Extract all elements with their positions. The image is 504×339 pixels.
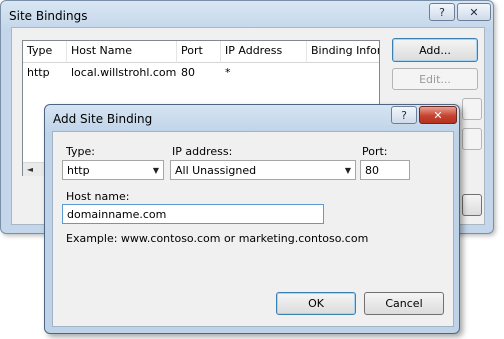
host-name-label: Host name: <box>66 190 130 203</box>
column-header-binding-info[interactable]: Binding Inform <box>307 41 379 63</box>
browse-button-edge[interactable] <box>462 128 482 150</box>
column-header-host[interactable]: Host Name <box>67 41 177 63</box>
list-header: Type Host Name Port IP Address Binding I… <box>23 41 379 63</box>
window-title: Site Bindings <box>9 9 88 23</box>
chevron-down-icon[interactable]: ▼ <box>345 166 351 175</box>
host-name-field[interactable]: domainname.com <box>62 204 324 224</box>
column-header-type[interactable]: Type <box>23 41 67 63</box>
cancel-button[interactable]: Cancel <box>364 292 444 315</box>
chevron-down-icon[interactable]: ▼ <box>153 166 159 175</box>
type-select[interactable]: http ▼ <box>62 160 164 180</box>
remove-button-edge[interactable] <box>462 98 482 120</box>
example-text: Example: www.contoso.com or marketing.co… <box>66 232 369 245</box>
port-field[interactable]: 80 <box>360 160 410 180</box>
dialog-help-button[interactable]: ? <box>391 106 417 124</box>
edit-button[interactable]: Edit... <box>392 68 478 90</box>
dialog-title: Add Site Binding <box>53 112 153 126</box>
ip-address-value: All Unassigned <box>175 163 257 177</box>
column-header-port[interactable]: Port <box>177 41 221 63</box>
column-header-ip[interactable]: IP Address <box>221 41 307 63</box>
type-label: Type: <box>66 145 95 158</box>
close-button[interactable]: ✕ <box>457 3 491 21</box>
ip-address-select[interactable]: All Unassigned ▼ <box>170 160 356 180</box>
ip-address-label: IP address: <box>172 145 233 158</box>
type-value: http <box>67 163 90 177</box>
dialog-close-button[interactable]: ✕ <box>419 106 457 124</box>
cell-type[interactable]: http <box>23 65 67 81</box>
scroll-left-icon[interactable]: ◄ <box>23 163 37 176</box>
close-window-button-edge[interactable] <box>462 194 482 216</box>
ok-button[interactable]: OK <box>276 292 356 315</box>
cell-port[interactable]: 80 <box>177 65 221 81</box>
cell-host[interactable]: local.willstrohl.com <box>67 65 177 81</box>
add-button[interactable]: Add... <box>392 38 478 62</box>
help-button[interactable]: ? <box>429 3 455 21</box>
port-label: Port: <box>362 145 388 158</box>
cell-ip[interactable]: * <box>221 65 307 81</box>
